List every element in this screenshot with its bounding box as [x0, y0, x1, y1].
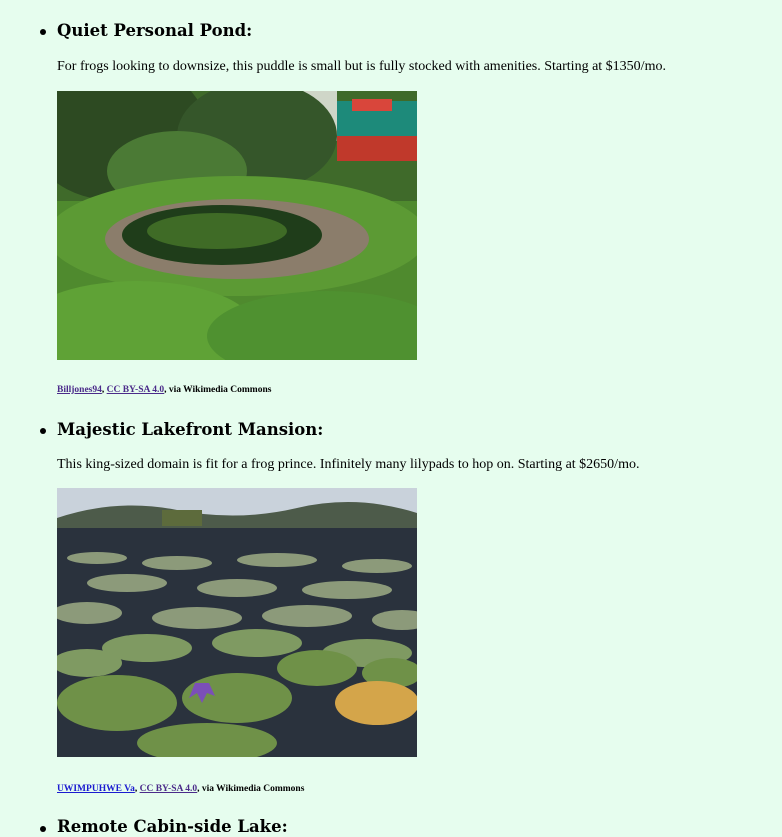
listing-description: This king-sized domain is fit for a frog…: [57, 457, 640, 472]
listing-description: For frogs looking to downsize, this pudd…: [57, 59, 666, 74]
lake-photo: [57, 488, 417, 757]
listing-title: Majestic Lakefront Mansion:: [57, 420, 324, 439]
license-link[interactable]: CC BY-SA 4.0: [107, 385, 164, 395]
credit-source: , via Wikimedia Commons: [164, 385, 272, 395]
list-bullet: [40, 29, 46, 35]
listing-title: Remote Cabin-side Lake:: [57, 817, 288, 836]
listing-title: Quiet Personal Pond:: [57, 21, 253, 40]
author-link[interactable]: UWIMPUHWE Va: [57, 784, 135, 794]
author-link[interactable]: Billjones94: [57, 385, 102, 395]
list-bullet: [40, 826, 46, 832]
license-link[interactable]: CC BY-SA 4.0: [140, 784, 197, 794]
pond-photo: [57, 91, 417, 360]
photo-credit: Billjones94, CC BY-SA 4.0, via Wikimedia…: [57, 385, 272, 395]
credit-source: , via Wikimedia Commons: [197, 784, 305, 794]
photo-credit: UWIMPUHWE Va, CC BY-SA 4.0, via Wikimedi…: [57, 784, 305, 794]
list-bullet: [40, 428, 46, 434]
